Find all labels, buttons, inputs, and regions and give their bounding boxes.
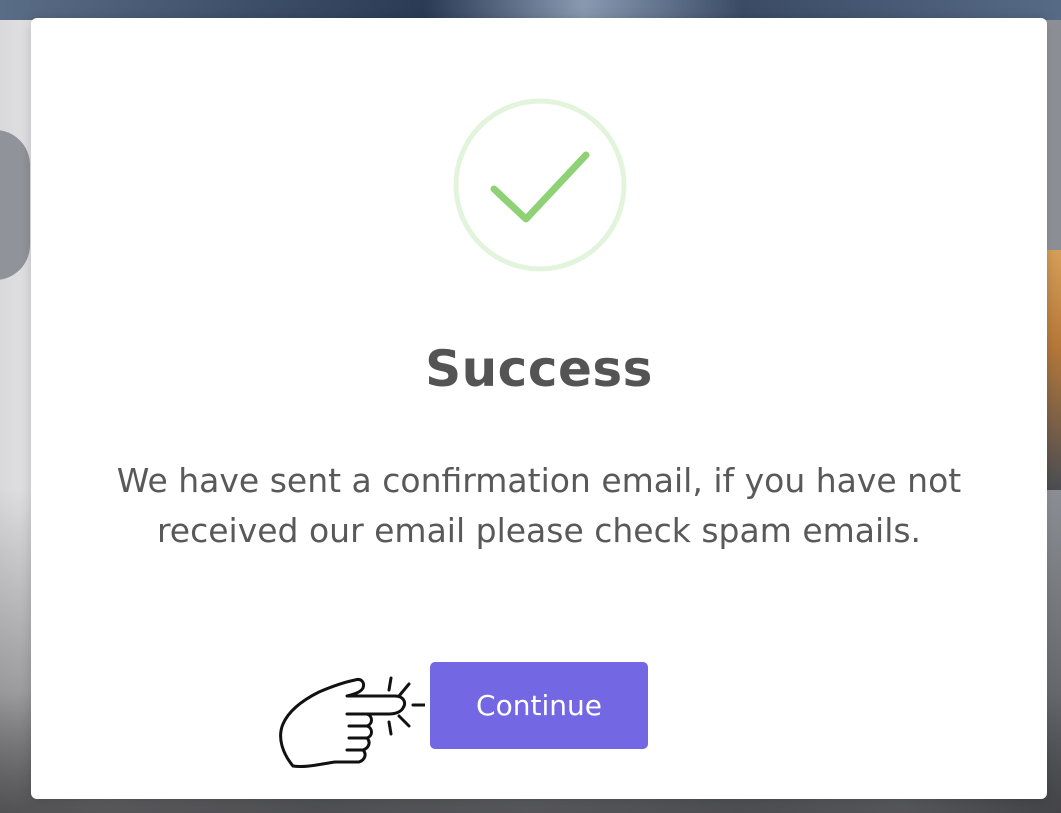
- background-car-left: [0, 130, 30, 280]
- continue-button[interactable]: Continue: [430, 662, 648, 749]
- dialog-message: We have sent a confirmation email, if yo…: [116, 461, 962, 550]
- dialog-title: Success: [425, 340, 653, 398]
- background-top-strip: [0, 0, 1061, 20]
- success-dialog: Success We have sent a confirmation emai…: [31, 18, 1047, 799]
- check-circle-icon: [453, 98, 627, 272]
- pointing-hand-icon: [279, 676, 425, 768]
